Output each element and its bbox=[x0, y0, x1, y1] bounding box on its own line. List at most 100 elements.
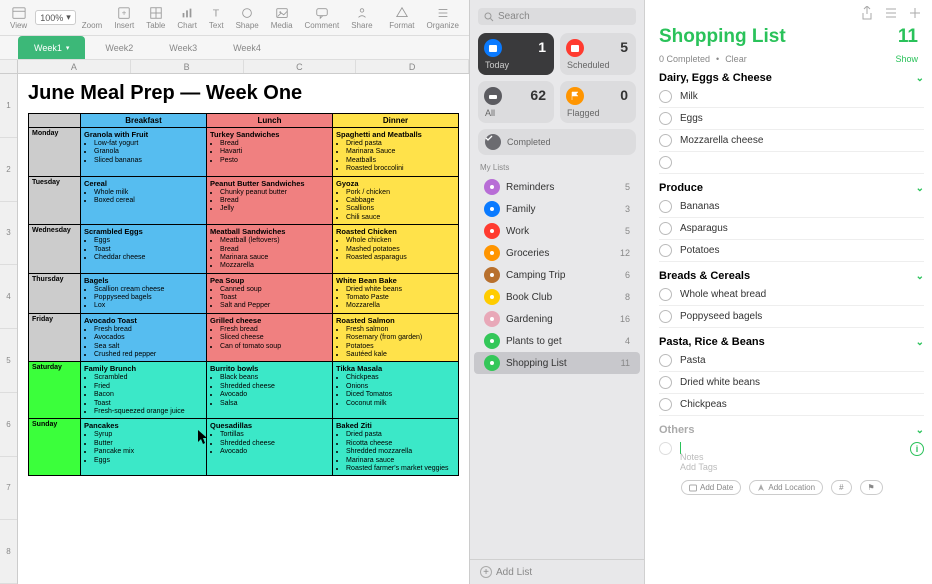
reminder-item[interactable]: Asparagus bbox=[659, 218, 924, 240]
section-header[interactable]: Produce⌄ bbox=[659, 180, 924, 196]
insert-button[interactable]: +Insert bbox=[110, 6, 138, 30]
sheet-title[interactable]: June Meal Prep — Week One bbox=[28, 82, 459, 105]
search-input[interactable]: Search bbox=[478, 8, 636, 25]
sheet-tab[interactable]: Week1 bbox=[18, 36, 85, 59]
checkbox[interactable] bbox=[659, 354, 672, 367]
sidebar-list-item[interactable]: Work5 bbox=[474, 220, 640, 242]
meal-cell-lunch[interactable]: Burrito bowlsBlack beansShredded cheeseA… bbox=[207, 362, 333, 419]
meal-cell-breakfast[interactable]: Family BrunchScrambledFriedBaconToastFre… bbox=[81, 362, 207, 419]
column-head[interactable]: A bbox=[18, 60, 131, 73]
checkbox[interactable] bbox=[659, 200, 672, 213]
add-tag-button[interactable]: # bbox=[831, 480, 851, 495]
reminder-item-blank[interactable] bbox=[659, 152, 924, 174]
header-breakfast[interactable]: Breakfast bbox=[81, 114, 207, 128]
reminder-item[interactable]: Chickpeas bbox=[659, 394, 924, 416]
day-cell[interactable]: Thursday bbox=[29, 273, 81, 313]
meal-cell-dinner[interactable]: GyozaPork / chickenCabbageScallionsChili… bbox=[333, 176, 459, 225]
show-button[interactable]: Show bbox=[895, 54, 918, 64]
zoom-select[interactable]: 100%▾ bbox=[35, 10, 76, 25]
reminder-item[interactable]: Whole wheat bread bbox=[659, 284, 924, 306]
header-lunch[interactable]: Lunch bbox=[207, 114, 333, 128]
sidebar-list-item[interactable]: Gardening16 bbox=[474, 308, 640, 330]
section-header[interactable]: Others⌄ bbox=[659, 422, 924, 438]
sidebar-list-item[interactable]: Shopping List11 bbox=[474, 352, 640, 374]
checkbox[interactable] bbox=[659, 288, 672, 301]
add-location-button[interactable]: Add Location bbox=[749, 480, 823, 495]
meal-cell-breakfast[interactable]: Granola with FruitLow-fat yogurtGranolaS… bbox=[81, 128, 207, 177]
section-header[interactable]: Pasta, Rice & Beans⌄ bbox=[659, 334, 924, 350]
row-head[interactable]: 1 bbox=[0, 74, 17, 138]
new-reminder-row[interactable]: NotesAdd Tagsi bbox=[659, 438, 924, 476]
checkbox[interactable] bbox=[659, 310, 672, 323]
flag-button[interactable]: ⚑ bbox=[860, 480, 883, 495]
tile-flagged[interactable]: 0 Flagged bbox=[560, 81, 636, 123]
add-reminder-icon[interactable] bbox=[908, 6, 922, 20]
text-button[interactable]: TText bbox=[205, 6, 228, 30]
reminder-item[interactable]: Mozzarella cheese bbox=[659, 130, 924, 152]
sidebar-list-item[interactable]: Family3 bbox=[474, 198, 640, 220]
checkbox[interactable] bbox=[659, 112, 672, 125]
media-button[interactable]: Media bbox=[267, 6, 297, 30]
sidebar-list-item[interactable]: Camping Trip6 bbox=[474, 264, 640, 286]
row-head[interactable]: 5 bbox=[0, 329, 17, 393]
sheet-tab[interactable]: Week4 bbox=[217, 36, 277, 59]
row-head[interactable]: 8 bbox=[0, 520, 17, 584]
toggle-sidebar-icon[interactable] bbox=[884, 6, 898, 20]
share-button[interactable]: Share bbox=[347, 6, 376, 30]
meal-cell-dinner[interactable]: White Bean BakeDried white beansTomato P… bbox=[333, 273, 459, 313]
meal-cell-dinner[interactable]: Roasted SalmonFresh salmonRosemary (from… bbox=[333, 313, 459, 362]
meal-cell-breakfast[interactable]: BagelsScallion cream cheesePoppyseed bag… bbox=[81, 273, 207, 313]
checkbox[interactable] bbox=[659, 134, 672, 147]
meal-cell-breakfast[interactable]: Avocado ToastFresh breadAvocadosSea salt… bbox=[81, 313, 207, 362]
add-list-button[interactable]: + Add List bbox=[470, 559, 644, 584]
column-head[interactable]: D bbox=[356, 60, 469, 73]
row-head[interactable]: 3 bbox=[0, 202, 17, 266]
day-cell[interactable]: Tuesday bbox=[29, 176, 81, 225]
meal-cell-lunch[interactable]: Pea SoupCanned soupToastSalt and Pepper bbox=[207, 273, 333, 313]
meal-cell-lunch[interactable]: Peanut Butter SandwichesChunky peanut bu… bbox=[207, 176, 333, 225]
meal-cell-lunch[interactable]: QuesadillasTortillasShredded cheeseAvoca… bbox=[207, 419, 333, 476]
sidebar-list-item[interactable]: Groceries12 bbox=[474, 242, 640, 264]
format-button[interactable]: Format bbox=[385, 6, 418, 30]
section-header[interactable]: Dairy, Eggs & Cheese⌄ bbox=[659, 70, 924, 86]
checkbox[interactable] bbox=[659, 222, 672, 235]
checkbox[interactable] bbox=[659, 156, 672, 169]
sheet-tab[interactable]: Week2 bbox=[89, 36, 149, 59]
table-button[interactable]: Table bbox=[142, 6, 169, 30]
comment-button[interactable]: Comment bbox=[301, 6, 344, 30]
info-icon[interactable]: i bbox=[910, 442, 924, 456]
meal-cell-breakfast[interactable]: PancakesSyrupButterPancake mixEggs bbox=[81, 419, 207, 476]
sidebar-list-item[interactable]: Plants to get4 bbox=[474, 330, 640, 352]
meal-cell-breakfast[interactable]: CerealWhole milkBoxed cereal bbox=[81, 176, 207, 225]
add-date-button[interactable]: Add Date bbox=[681, 480, 741, 495]
meal-cell-lunch[interactable]: Meatball SandwichesMeatball (leftovers)B… bbox=[207, 225, 333, 274]
checkbox[interactable] bbox=[659, 244, 672, 257]
clear-button[interactable]: Clear bbox=[725, 54, 747, 64]
reminder-item[interactable]: Poppyseed bagels bbox=[659, 306, 924, 328]
day-cell[interactable]: Monday bbox=[29, 128, 81, 177]
organize-button[interactable]: Organize bbox=[423, 6, 463, 30]
spreadsheet-canvas[interactable]: June Meal Prep — Week One Breakfast Lunc… bbox=[18, 74, 469, 584]
meal-cell-dinner[interactable]: Spaghetti and MeatballsDried pastaMarina… bbox=[333, 128, 459, 177]
sidebar-list-item[interactable]: Book Club8 bbox=[474, 286, 640, 308]
checkbox[interactable] bbox=[659, 442, 672, 455]
tile-all[interactable]: 62 All bbox=[478, 81, 554, 123]
view-button[interactable]: View bbox=[6, 6, 31, 30]
section-header[interactable]: Breads & Cereals⌄ bbox=[659, 268, 924, 284]
row-head[interactable]: 4 bbox=[0, 265, 17, 329]
tile-completed[interactable]: Completed bbox=[478, 129, 636, 155]
meal-cell-lunch[interactable]: Grilled cheeseFresh breadSliced cheeseCa… bbox=[207, 313, 333, 362]
meal-plan-table[interactable]: Breakfast Lunch Dinner MondayGranola wit… bbox=[28, 113, 459, 476]
chart-button[interactable]: Chart bbox=[173, 6, 201, 30]
share-icon[interactable] bbox=[860, 6, 874, 20]
reminder-item[interactable]: Eggs bbox=[659, 108, 924, 130]
checkbox[interactable] bbox=[659, 90, 672, 103]
reminder-item[interactable]: Dried white beans bbox=[659, 372, 924, 394]
reminder-item[interactable]: Bananas bbox=[659, 196, 924, 218]
checkbox[interactable] bbox=[659, 376, 672, 389]
sheet-tab[interactable]: Week3 bbox=[153, 36, 213, 59]
day-cell[interactable]: Sunday bbox=[29, 419, 81, 476]
shape-button[interactable]: Shape bbox=[232, 6, 263, 30]
sidebar-list-item[interactable]: Reminders5 bbox=[474, 176, 640, 198]
reminder-item[interactable]: Milk bbox=[659, 86, 924, 108]
